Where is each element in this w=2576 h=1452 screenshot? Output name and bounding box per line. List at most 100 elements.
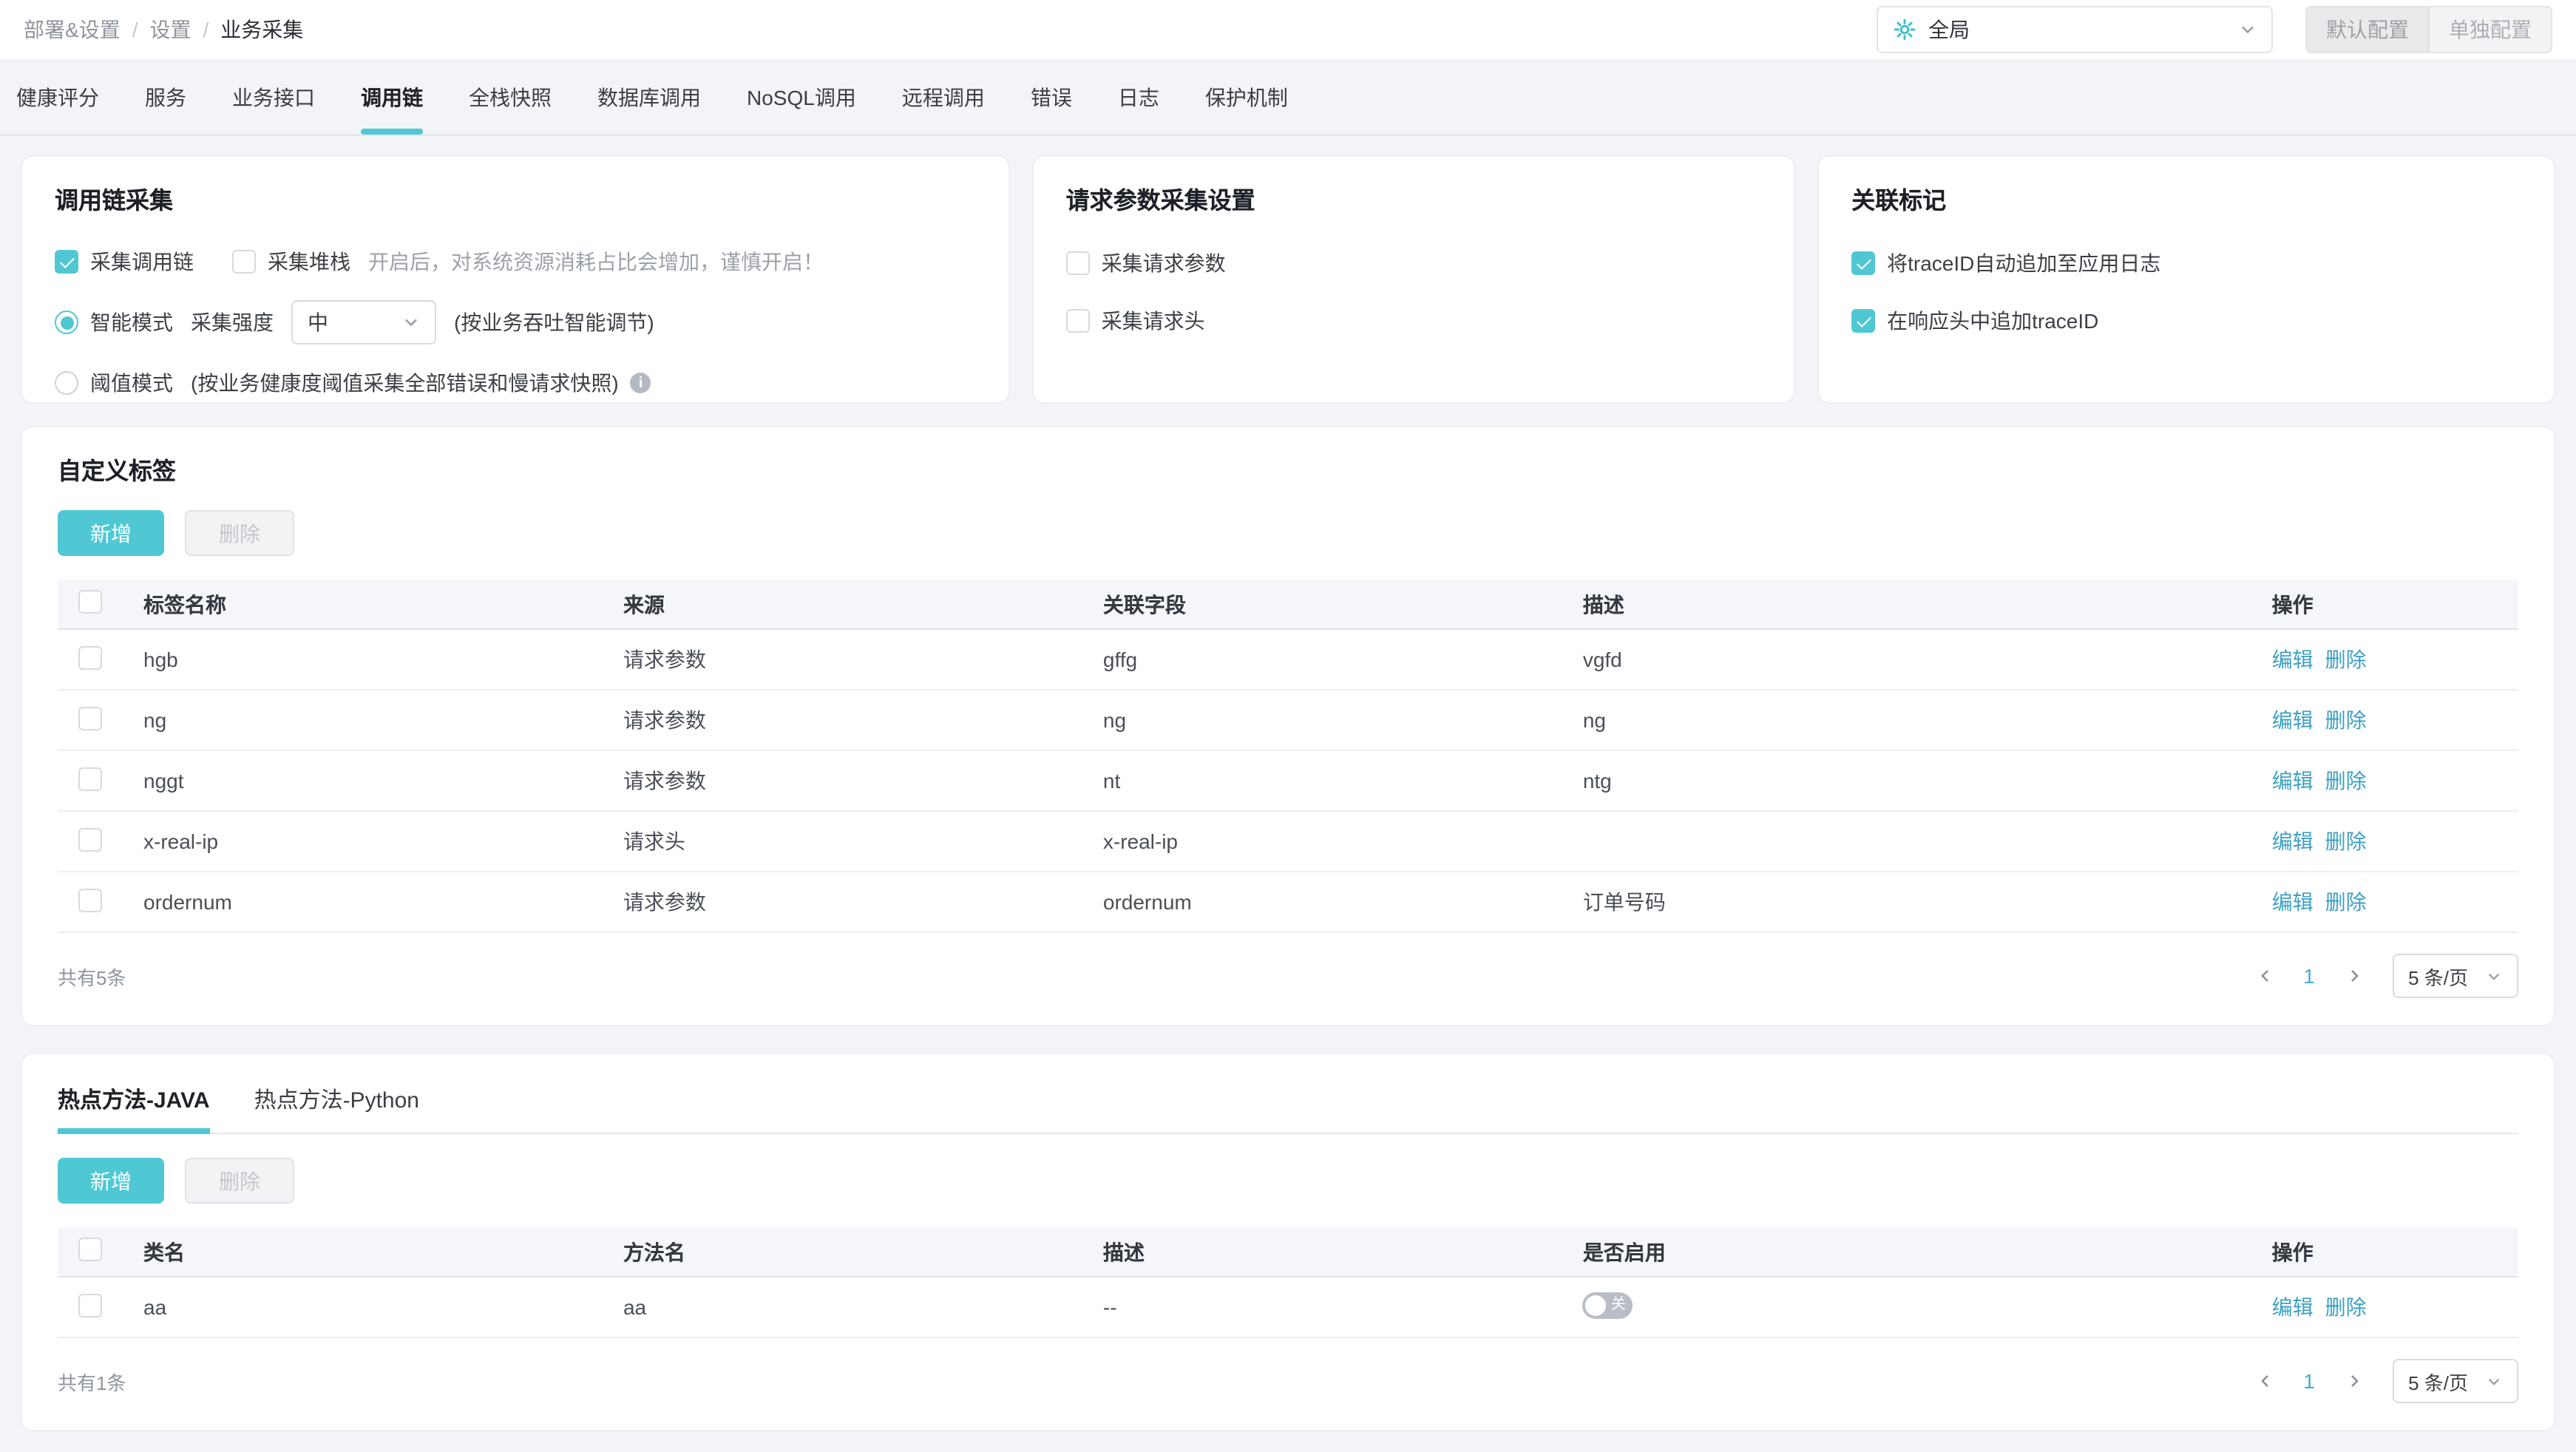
select-all-checkbox[interactable] <box>78 1238 102 1261</box>
tab-protection[interactable]: 保护机制 <box>1205 59 1288 135</box>
collect-request-headers-label: 采集请求头 <box>1101 309 1205 333</box>
edit-link[interactable]: 编辑 <box>2272 708 2314 732</box>
col-tag-name: 标签名称 <box>143 580 623 630</box>
intensity-select-value: 中 <box>308 311 328 334</box>
row-checkbox[interactable] <box>78 645 102 669</box>
tab-remote-call[interactable]: 远程调用 <box>902 59 985 135</box>
delete-method-button[interactable]: 删除 <box>185 1158 294 1204</box>
main-tab-bar: 健康评分 服务 业务接口 调用链 全栈快照 数据库调用 NoSQL调用 远程调用… <box>0 59 2576 136</box>
gear-icon <box>1893 18 1916 41</box>
row-checkbox[interactable] <box>78 767 102 790</box>
tab-nosql-call[interactable]: NoSQL调用 <box>747 59 856 135</box>
mark-card-title: 关联标记 <box>1851 189 1947 214</box>
tab-database-call[interactable]: 数据库调用 <box>597 59 701 135</box>
tab-hot-methods-python[interactable]: 热点方法-Python <box>254 1078 419 1133</box>
tab-logs[interactable]: 日志 <box>1118 59 1159 135</box>
collect-stack-checkbox[interactable] <box>232 250 256 274</box>
delete-link[interactable]: 删除 <box>2325 830 2367 853</box>
edit-link[interactable]: 编辑 <box>2272 1295 2314 1319</box>
page-size-value: 5 条/页 <box>2408 1371 2468 1394</box>
chevron-down-icon <box>402 313 420 331</box>
row-checkbox[interactable] <box>78 706 102 730</box>
field-cell: nt <box>1102 750 1583 812</box>
delete-link[interactable]: 删除 <box>2325 769 2367 793</box>
info-icon[interactable]: i <box>630 373 651 393</box>
col-actions: 操作 <box>2271 580 2518 630</box>
desc-cell <box>1582 811 2272 872</box>
edit-link[interactable]: 编辑 <box>2272 890 2314 914</box>
row-checkbox[interactable] <box>78 1293 102 1317</box>
total-count: 共有5条 <box>58 966 126 988</box>
tab-errors[interactable]: 错误 <box>1031 59 1072 135</box>
page-number[interactable]: 1 <box>2291 958 2327 994</box>
threshold-mode-radio[interactable] <box>55 371 78 395</box>
select-all-checkbox[interactable] <box>78 590 102 614</box>
delete-link[interactable]: 删除 <box>2325 648 2367 671</box>
append-traceid-log-checkbox[interactable] <box>1851 251 1876 275</box>
breadcrumb-item-deploy-settings[interactable]: 部署&设置 <box>24 15 121 44</box>
toggle-label: 关 <box>1610 1296 1626 1312</box>
row-checkbox[interactable] <box>78 888 102 912</box>
prev-page-icon[interactable] <box>2247 958 2282 994</box>
enabled-toggle[interactable]: 关 <box>1582 1292 1633 1318</box>
field-cell: ng <box>1102 690 1583 751</box>
source-cell: 请求参数 <box>623 750 1103 812</box>
method-name-cell: aa <box>623 1277 1103 1338</box>
custom-tags-card: 自定义标签 新增 删除 标签名称 来源 关联字段 描述 操作 hgb 请求参数 … <box>21 426 2555 1026</box>
row-checkbox[interactable] <box>78 827 102 851</box>
hot-methods-table: 类名 方法名 描述 是否启用 操作 aa aa -- 关 编辑 删除 <box>58 1227 2518 1338</box>
tag-name-cell: ordernum <box>143 872 623 933</box>
delete-link[interactable]: 删除 <box>2325 708 2367 732</box>
table-row: ordernum 请求参数 ordernum 订单号码 编辑 删除 <box>58 872 2518 933</box>
scope-select[interactable]: 全局 <box>1877 6 2273 53</box>
add-tag-button[interactable]: 新增 <box>58 510 164 556</box>
edit-link[interactable]: 编辑 <box>2272 648 2314 671</box>
page-size-value: 5 条/页 <box>2408 966 2468 988</box>
class-name-cell: aa <box>143 1277 623 1338</box>
source-cell: 请求参数 <box>623 629 1103 691</box>
breadcrumb-item-settings[interactable]: 设置 <box>149 15 191 44</box>
tab-full-stack-snapshot[interactable]: 全栈快照 <box>469 59 552 135</box>
page-number[interactable]: 1 <box>2291 1363 2327 1399</box>
tab-service[interactable]: 服务 <box>145 59 186 135</box>
intensity-select[interactable]: 中 <box>291 300 436 345</box>
table-row: nggt 请求参数 nt ntg 编辑 删除 <box>58 750 2518 812</box>
source-cell: 请求参数 <box>623 872 1103 933</box>
default-config-button[interactable]: 默认配置 <box>2307 7 2430 52</box>
collect-request-params-checkbox[interactable] <box>1065 251 1090 275</box>
delete-tag-button[interactable]: 删除 <box>185 510 294 556</box>
collect-request-headers-checkbox[interactable] <box>1065 309 1090 333</box>
hot-methods-card: 热点方法-JAVA 热点方法-Python 新增 删除 类名 方法名 描述 是否… <box>21 1053 2555 1431</box>
tab-health-score[interactable]: 健康评分 <box>16 59 99 135</box>
append-traceid-header-checkbox[interactable] <box>1851 309 1876 333</box>
col-class-name: 类名 <box>143 1227 623 1278</box>
delete-link[interactable]: 删除 <box>2325 1295 2367 1319</box>
col-desc: 描述 <box>1102 1227 1583 1278</box>
request-params-card: 请求参数采集设置 采集请求参数 采集请求头 <box>1031 155 1796 404</box>
correlation-mark-card: 关联标记 将traceID自动追加至应用日志 在响应头中追加traceID <box>1817 155 2555 404</box>
next-page-icon[interactable] <box>2336 1363 2371 1399</box>
breadcrumb-item-business-collection: 业务采集 <box>220 18 304 41</box>
pagination: 1 5 条/页 <box>2247 1359 2518 1403</box>
collect-trace-checkbox[interactable] <box>55 250 78 274</box>
edit-link[interactable]: 编辑 <box>2272 769 2314 793</box>
table-row: aa aa -- 关 编辑 删除 <box>58 1277 2518 1338</box>
delete-link[interactable]: 删除 <box>2325 890 2367 914</box>
tab-business-interface[interactable]: 业务接口 <box>232 59 315 135</box>
tab-hot-methods-java[interactable]: 热点方法-JAVA <box>58 1078 210 1134</box>
separate-config-button[interactable]: 单独配置 <box>2430 7 2551 52</box>
add-method-button[interactable]: 新增 <box>58 1158 164 1204</box>
desc-cell: ng <box>1582 690 2272 751</box>
page-size-select[interactable]: 5 条/页 <box>2392 954 2518 998</box>
smart-mode-radio[interactable] <box>55 311 78 334</box>
field-cell: ordernum <box>1102 872 1583 933</box>
col-actions: 操作 <box>2271 1227 2518 1278</box>
edit-link[interactable]: 编辑 <box>2272 830 2314 853</box>
append-traceid-header-label: 在响应头中追加traceID <box>1887 309 2099 333</box>
intensity-label: 采集强度 <box>191 311 274 334</box>
collect-request-params-label: 采集请求参数 <box>1101 251 1226 275</box>
next-page-icon[interactable] <box>2336 958 2371 994</box>
prev-page-icon[interactable] <box>2247 1363 2282 1399</box>
tab-trace-chain[interactable]: 调用链 <box>361 59 423 135</box>
page-size-select[interactable]: 5 条/页 <box>2392 1359 2518 1403</box>
